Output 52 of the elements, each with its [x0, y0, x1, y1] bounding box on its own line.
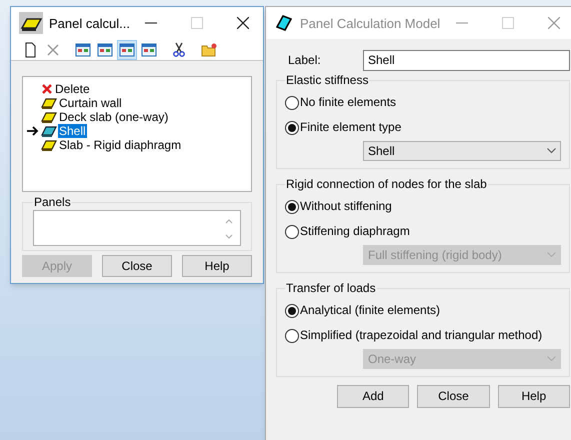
folder-icon	[201, 42, 217, 58]
dialog-button[interactable]: Close	[102, 255, 172, 277]
maximize-icon	[191, 17, 203, 29]
scissors-icon	[171, 42, 187, 58]
field-label: Label:	[288, 52, 322, 68]
close-icon	[237, 17, 249, 29]
group-title: Rigid connection of nodes for the slab	[285, 177, 488, 192]
radio-button[interactable]	[285, 328, 299, 342]
radio-label: Finite element type	[300, 120, 402, 135]
radio-label: No finite elements	[300, 95, 396, 110]
radio-label: Analytical (finite elements)	[300, 303, 440, 318]
window-icon	[97, 42, 113, 58]
window-icon	[141, 42, 157, 58]
delete-icon	[41, 83, 53, 95]
window-icon	[75, 42, 91, 58]
close-icon	[548, 17, 560, 29]
group-title: Elastic stiffness	[285, 73, 370, 88]
dialog-button[interactable]: Close	[417, 385, 490, 408]
window-icon	[119, 42, 135, 58]
radio-label: Simplified (trapezoidal and triangular method)	[300, 328, 542, 343]
slab-icon	[41, 97, 57, 109]
chevron-down-icon	[547, 356, 556, 362]
window-title: Panel calcul...	[49, 16, 130, 30]
slab-icon	[274, 13, 294, 33]
dialog-button[interactable]: Help	[498, 385, 570, 408]
window-title: Panel Calculation Model	[300, 16, 440, 30]
tree-item[interactable]: Deck slab (one-way)	[58, 110, 170, 124]
dialog-button[interactable]: Add	[337, 385, 410, 408]
slab-icon	[41, 139, 57, 151]
radio-button[interactable]	[285, 120, 299, 134]
radio-label: Without stiffening	[300, 199, 392, 214]
group-title: Transfer of loads	[285, 281, 377, 296]
chevron-down-icon	[547, 148, 556, 154]
radio-button[interactable]	[285, 200, 299, 214]
slab-icon	[19, 12, 43, 34]
slab-icon	[41, 111, 57, 123]
radio-label: Stiffening diaphragm	[300, 224, 410, 239]
tree-item[interactable]: Slab - Rigid diaphragm	[58, 138, 182, 152]
radio-button[interactable]	[285, 96, 299, 110]
radio-button[interactable]	[285, 224, 299, 238]
maximize-icon	[502, 17, 514, 29]
slab-icon	[41, 125, 57, 137]
label-field[interactable]: Shell	[363, 50, 570, 70]
dialog-button[interactable]: Help	[182, 255, 252, 277]
tree-item[interactable]: Delete	[54, 82, 91, 96]
tree-item[interactable]: Curtain wall	[58, 96, 123, 110]
delete-icon	[45, 42, 61, 58]
group-title: Panels	[33, 195, 72, 210]
radio-button[interactable]	[285, 304, 299, 318]
tree-item[interactable]: Shell	[58, 124, 87, 138]
chevron-down-icon	[547, 252, 556, 258]
dropdown[interactable]: Shell	[363, 141, 561, 161]
